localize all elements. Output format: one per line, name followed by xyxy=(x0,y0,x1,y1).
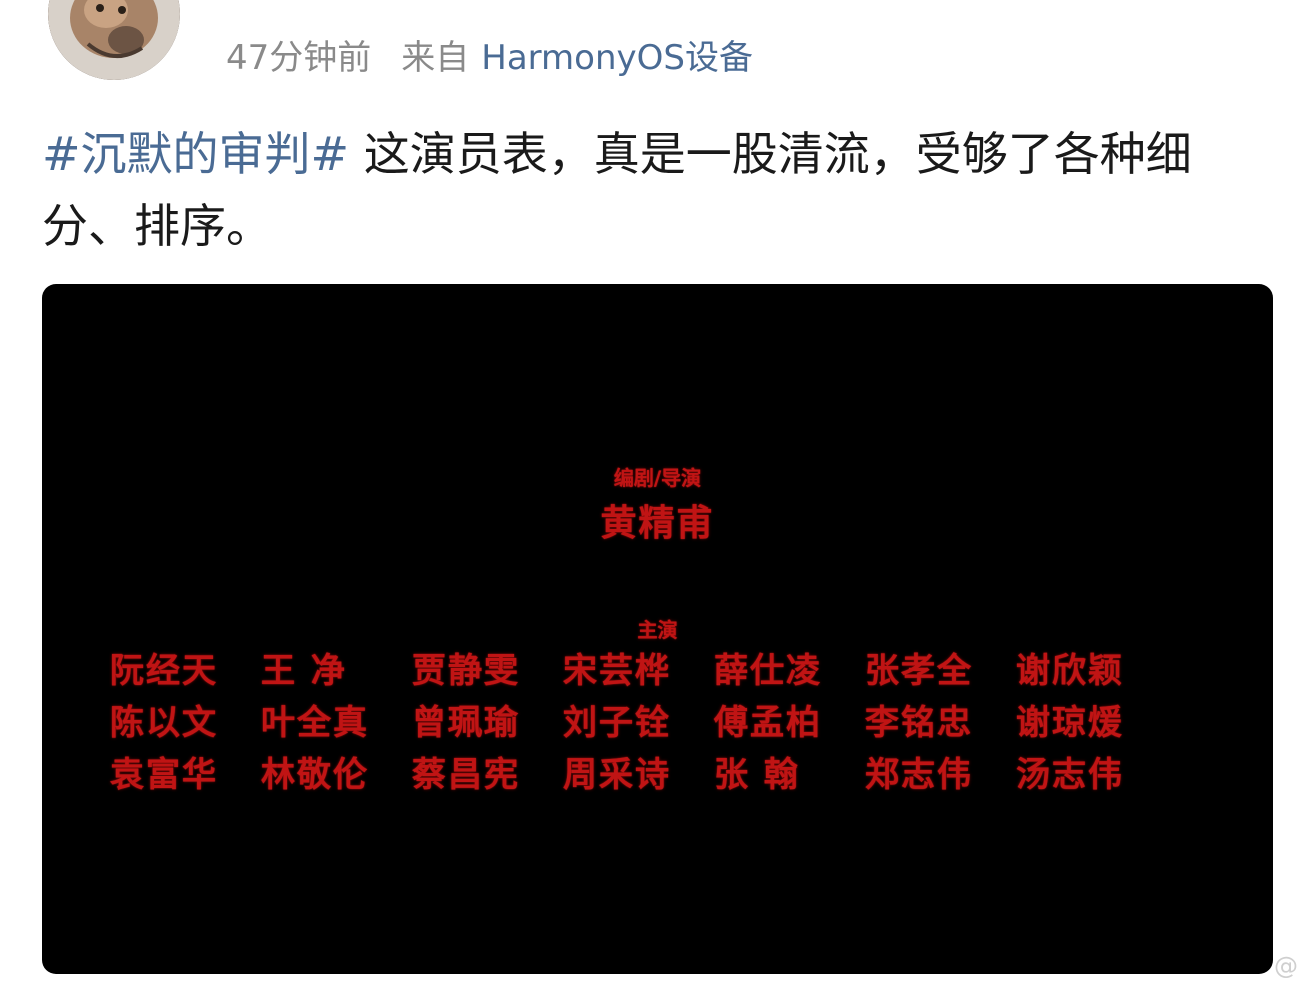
watermark: @ xyxy=(1274,952,1298,980)
cast-name: 李铭忠 xyxy=(865,703,973,743)
cast-role-label: 主演 xyxy=(637,618,678,642)
cast-name: 蔡昌宪 xyxy=(412,755,520,795)
cast-name: 谢欣颖 xyxy=(1016,651,1124,691)
cast-name: 贾静雯 xyxy=(412,651,520,691)
cast-name: 曾珮瑜 xyxy=(412,703,520,743)
source-label: 来自 xyxy=(401,38,470,78)
cast-name: 陈以文 xyxy=(110,703,218,743)
cast-name: 宋芸桦 xyxy=(563,651,671,691)
credits-screen: 编剧/导演 黄精甫 主演 阮经天 王 净 贾静雯 宋芸桦 薛仕凌 张孝全 谢欣颖… xyxy=(42,284,1273,974)
director-role-label: 编剧/导演 xyxy=(613,466,702,490)
cast-name: 郑志伟 xyxy=(865,755,973,795)
cast-name: 阮经天 xyxy=(110,651,218,691)
cast-name: 王 净 xyxy=(261,651,347,691)
post-time: 47分钟前 xyxy=(226,38,372,78)
cast-name: 叶全真 xyxy=(261,703,369,743)
cast-name: 薛仕凌 xyxy=(714,651,822,691)
post-text: #沉默的审判# 这演员表，真是一股清流，受够了各种细分、排序。 xyxy=(42,118,1262,262)
source-device-link[interactable]: HarmonyOS设备 xyxy=(481,38,753,78)
cast-name: 谢琼煖 xyxy=(1016,703,1124,743)
post-meta: 47分钟前 来自 HarmonyOS设备 xyxy=(226,30,753,79)
cast-name: 周采诗 xyxy=(563,755,671,795)
post-image[interactable]: 编剧/导演 黄精甫 主演 阮经天 王 净 贾静雯 宋芸桦 薛仕凌 张孝全 谢欣颖… xyxy=(42,284,1273,974)
cast-name: 林敬伦 xyxy=(261,755,369,795)
weibo-post: 47分钟前 来自 HarmonyOS设备 #沉默的审判# 这演员表，真是一股清流，受… xyxy=(0,0,1316,994)
cast-name: 傅孟柏 xyxy=(714,703,822,743)
cast-name: 刘子铨 xyxy=(563,703,671,743)
hashtag-link[interactable]: #沉默的审判# xyxy=(42,127,349,181)
cast-name: 汤志伟 xyxy=(1016,755,1124,795)
cast-name: 张 翰 xyxy=(714,755,800,795)
cat-avatar-icon[interactable] xyxy=(48,0,180,80)
cast-name: 袁富华 xyxy=(110,755,218,795)
cast-name: 张孝全 xyxy=(865,651,973,691)
director-name: 黄精甫 xyxy=(600,502,715,544)
cast-list: 阮经天 王 净 贾静雯 宋芸桦 薛仕凌 张孝全 谢欣颖 陈以文 叶全真 曾珮瑜 … xyxy=(110,649,1150,797)
